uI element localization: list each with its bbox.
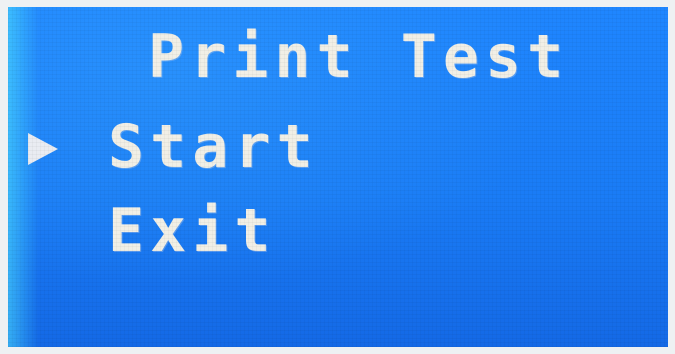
screen-title: Print Test xyxy=(148,22,570,92)
menu-item-start[interactable]: Start xyxy=(108,111,319,183)
menu-item-exit[interactable]: Exit xyxy=(108,195,277,267)
selection-cursor-icon xyxy=(28,133,58,165)
lcd-screen: Print Test Start Exit xyxy=(8,7,668,347)
device-frame: Print Test Start Exit xyxy=(0,0,675,354)
